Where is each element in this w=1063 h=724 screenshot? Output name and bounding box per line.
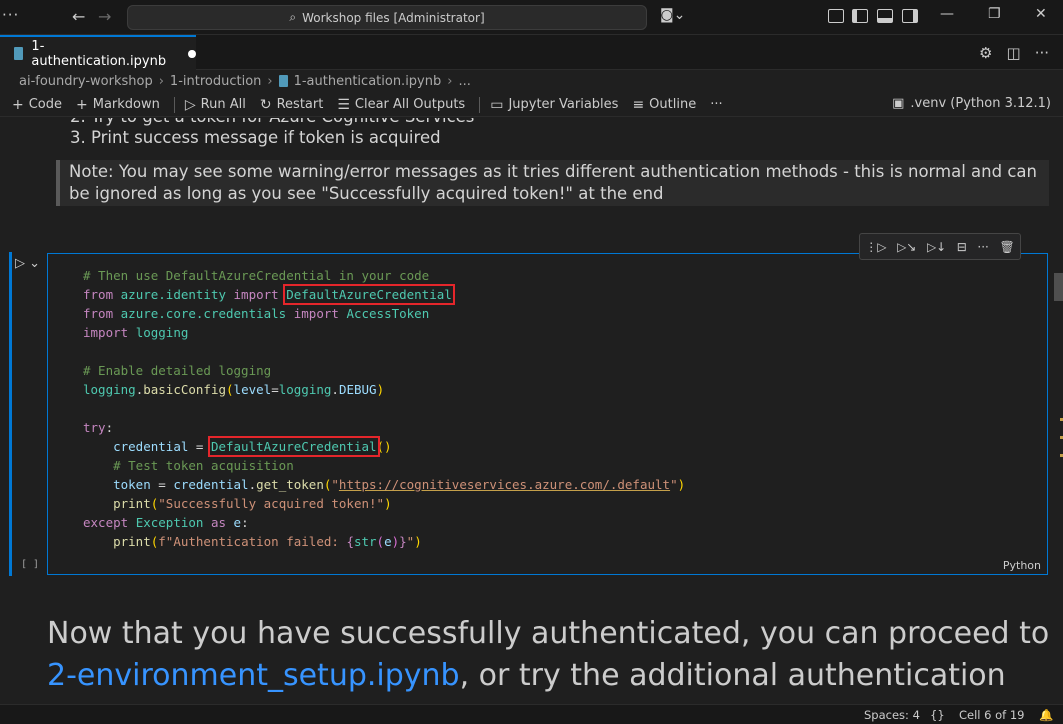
- plus-icon: +: [12, 96, 24, 113]
- breadcrumb-item-file[interactable]: 1-authentication.ipynb: [294, 74, 442, 89]
- execute-above-icon[interactable]: ⋮▷: [865, 240, 886, 254]
- highlighted-token: DefaultAzureCredential: [207, 436, 380, 457]
- kernel-icon: ▣: [892, 96, 905, 111]
- toolbar-divider: [173, 96, 175, 113]
- cell-focus-indicator: [9, 252, 12, 576]
- close-window-icon[interactable]: ✕: [1035, 6, 1047, 22]
- back-arrow-icon[interactable]: ←: [72, 7, 85, 26]
- cell-language-label[interactable]: Python: [1003, 559, 1041, 572]
- restore-icon[interactable]: ❐: [988, 6, 1001, 22]
- command-center-text: Workshop files [Administrator]: [302, 10, 485, 25]
- notebook-file-icon: [14, 47, 24, 60]
- breadcrumb-item-more[interactable]: ...: [458, 74, 470, 89]
- notebook-file-icon: [278, 75, 288, 87]
- paragraph-text: , or try the additional authentication: [459, 658, 1006, 693]
- outline-label: Outline: [649, 97, 697, 112]
- copilot-icon[interactable]: ◙⌄: [660, 7, 685, 23]
- paragraph-text: Now that you have successfully authentic…: [47, 616, 1050, 651]
- language-mode-status[interactable]: {}: [930, 708, 945, 722]
- toolbar-more-button[interactable]: ···: [710, 97, 722, 112]
- note-blockquote: Note: You may see some warning/error mes…: [56, 160, 1049, 206]
- kernel-picker[interactable]: ▣ .venv (Python 3.12.1): [892, 96, 1051, 111]
- code-content[interactable]: # Then use DefaultAzureCredential in you…: [83, 266, 685, 551]
- status-bar: Spaces: 4 {} Cell 6 of 19 🔔: [0, 704, 1063, 724]
- kernel-label: .venv (Python 3.12.1): [910, 96, 1051, 111]
- notebook-content: 2. Try to get a token for Azure Cognitiv…: [0, 118, 1063, 704]
- toggle-primary-sidebar-icon[interactable]: [852, 9, 868, 23]
- toolbar-more-label: ···: [710, 97, 723, 112]
- scroll-thumb[interactable]: [1054, 273, 1063, 301]
- clear-all-outputs-button[interactable]: ☰ Clear All Outputs: [337, 97, 465, 113]
- run-all-button[interactable]: ▷ Run All: [185, 97, 246, 113]
- command-center[interactable]: ⌕ Workshop files [Administrator]: [127, 5, 647, 30]
- chevron-right-icon: ›: [447, 73, 453, 89]
- markdown-list-item: 3. Print success message if token is acq…: [70, 128, 441, 147]
- cell-more-icon[interactable]: ···: [977, 240, 988, 254]
- tab-1-authentication[interactable]: 1-authentication.ipynb: [0, 35, 196, 70]
- execute-and-below-icon[interactable]: ▷↓: [927, 240, 946, 254]
- breadcrumb-item-introduction[interactable]: 1-introduction: [170, 74, 261, 89]
- outline-button[interactable]: ≡ Outline: [632, 97, 696, 113]
- add-markdown-label: Markdown: [92, 97, 160, 112]
- tab-label: 1-authentication.ipynb: [31, 38, 167, 69]
- outline-icon: ≡: [632, 96, 645, 113]
- breadcrumb-item-workshop[interactable]: ai-foundry-workshop: [19, 74, 153, 89]
- cell-position-status[interactable]: Cell 6 of 19: [959, 708, 1025, 722]
- toolbar-divider: [479, 96, 481, 113]
- settings-gear-icon[interactable]: ⚙: [979, 44, 992, 62]
- notebook-toolbar: + Code + Markdown ▷ Run All ↻ Restart ☰ …: [0, 93, 1063, 117]
- markdown-paragraph: Now that you have successfully authentic…: [47, 613, 1057, 697]
- search-icon: ⌕: [289, 10, 297, 24]
- restart-button[interactable]: ↻ Restart: [260, 97, 323, 113]
- indentation-status[interactable]: Spaces: 4: [864, 708, 920, 722]
- unsaved-dot-icon[interactable]: [188, 49, 196, 58]
- split-editor-icon[interactable]: ◫: [1007, 44, 1021, 62]
- variables-label: Jupyter Variables: [508, 97, 619, 112]
- vertical-scrollbar[interactable]: [1049, 118, 1063, 704]
- highlighted-token: DefaultAzureCredential: [283, 284, 455, 305]
- delete-cell-icon[interactable]: 🗑: [999, 240, 1014, 254]
- restart-label: Restart: [276, 97, 324, 112]
- clear-all-icon: ☰: [337, 96, 350, 113]
- execution-count: [ ]: [21, 559, 40, 570]
- forward-arrow-icon[interactable]: →: [98, 7, 111, 26]
- run-cell-button[interactable]: ▷ ⌄: [15, 256, 40, 271]
- notifications-bell-icon[interactable]: 🔔: [1039, 708, 1053, 722]
- restart-icon: ↻: [259, 96, 272, 113]
- environment-setup-link[interactable]: 2-environment_setup.ipynb: [47, 658, 460, 693]
- code-cell-editor[interactable]: # Then use DefaultAzureCredential in you…: [47, 253, 1048, 575]
- execute-below-icon[interactable]: ▷↘: [897, 240, 916, 254]
- add-code-cell-button[interactable]: + Code: [12, 97, 62, 113]
- more-actions-icon[interactable]: ···: [1035, 44, 1049, 62]
- toggle-panel-icon[interactable]: [877, 9, 893, 23]
- chevron-right-icon: ›: [158, 73, 164, 89]
- toggle-secondary-sidebar-icon[interactable]: [902, 9, 918, 23]
- customize-layout-icon[interactable]: [828, 9, 844, 23]
- split-cell-icon[interactable]: ⊟: [957, 240, 967, 254]
- tab-bar: 1-authentication.ipynb ⚙ ◫ ···: [0, 35, 1063, 70]
- run-all-icon: ▷: [184, 96, 196, 113]
- markdown-list-item: 2. Try to get a token for Azure Cognitiv…: [70, 118, 474, 126]
- chevron-right-icon: ›: [267, 73, 273, 89]
- menu-icon[interactable]: ···: [2, 6, 19, 24]
- cell-toolbar: ⋮▷ ▷↘ ▷↓ ⊟ ··· 🗑: [859, 233, 1021, 260]
- add-code-label: Code: [28, 97, 63, 112]
- minimize-icon[interactable]: —: [940, 6, 954, 22]
- clear-all-label: Clear All Outputs: [354, 97, 466, 112]
- run-all-label: Run All: [200, 97, 246, 112]
- variables-icon: ▭: [490, 96, 504, 113]
- jupyter-variables-button[interactable]: ▭ Jupyter Variables: [490, 97, 618, 113]
- plus-icon: +: [76, 96, 88, 113]
- breadcrumb: ai-foundry-workshop › 1-introduction › 1…: [0, 70, 1063, 92]
- add-markdown-cell-button[interactable]: + Markdown: [76, 97, 160, 113]
- title-bar: ··· ← → ⌕ Workshop files [Administrator]…: [0, 0, 1063, 35]
